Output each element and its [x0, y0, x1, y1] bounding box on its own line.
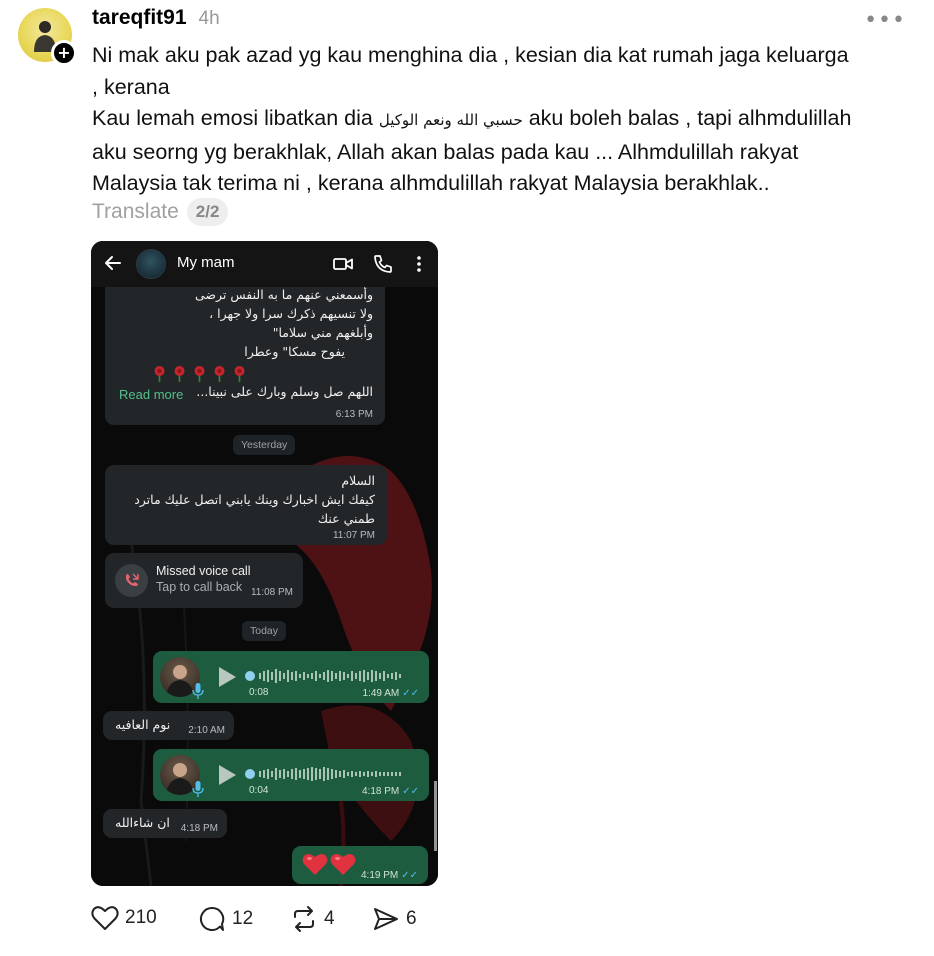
caption-text: Kau lemah emosi libatkan dia [92, 106, 379, 130]
contact-avatar[interactable] [136, 249, 166, 279]
missed-call-icon [115, 564, 148, 597]
caption-line: Ni mak aku pak azad yg kau menghina dia … [92, 43, 849, 67]
greeting-line: طمني عنك [317, 511, 375, 526]
rose-emojis [151, 365, 248, 382]
read-more-link[interactable]: Read more [119, 387, 183, 402]
caption-line: , kerana [92, 74, 170, 99]
message-time: 6:13 PM [335, 409, 373, 420]
voice-duration: 0:04 [249, 785, 269, 796]
action-bar: 210 12 4 6 [91, 905, 451, 939]
voice-call-icon[interactable] [372, 253, 394, 275]
time-text: 1:49 AM [362, 688, 400, 699]
time-text: 4:19 PM [360, 870, 399, 881]
more-options-button[interactable]: ••• [864, 8, 906, 33]
reply-text: نوم العافيه [115, 717, 171, 732]
message-bubble-reply2[interactable]: ان شاءالله 4:18 PM [103, 809, 227, 838]
poem-line: يفوح مسكا" وعطرا [244, 344, 345, 359]
play-button[interactable] [219, 765, 236, 785]
repost-button[interactable]: 4 [290, 905, 335, 933]
overflow-menu-icon[interactable] [408, 253, 430, 275]
call-title: Missed voice call [156, 564, 251, 578]
voice-message-1[interactable]: 0:08 1:49 AM ✓✓ [153, 651, 429, 703]
username[interactable]: tareqfit91 [92, 6, 187, 30]
heart-emoji-icon [302, 853, 328, 875]
share-icon [374, 908, 398, 930]
poem-line: وأبلغهم مني سلاما" [272, 325, 373, 340]
rose-icon [154, 366, 165, 382]
voice-message-2[interactable]: 0:04 4:18 PM ✓✓ [153, 749, 429, 801]
back-arrow-icon[interactable] [103, 253, 123, 273]
video-call-icon[interactable] [332, 253, 354, 275]
message-bubble-reply1[interactable]: نوم العافيه 2:10 AM [103, 711, 234, 740]
share-count: 6 [406, 908, 417, 929]
follow-button[interactable]: + [51, 40, 77, 66]
voice-duration: 0:08 [249, 687, 269, 698]
caption-line: aku seorng yg berakhlak, Allah akan bala… [92, 139, 799, 164]
like-count: 210 [125, 907, 157, 928]
poem-line: وأسمعني عنهم ما به النفس ترضى [194, 287, 373, 302]
greeting-line: السلام [341, 473, 375, 488]
chat-screenshot-image[interactable]: وأسمعني عنهم ما به النفس ترضى ولا تنسيهم… [91, 241, 438, 886]
missed-call-bubble[interactable]: Missed voice call Tap to call back 11:08… [105, 553, 303, 608]
message-time: 4:19 PM ✓✓ [361, 870, 418, 881]
mic-icon [192, 683, 204, 699]
message-bubble-greeting[interactable]: السلام كيفك ايش اخبارك وينك يابني اتصل ع… [105, 465, 387, 545]
message-bubble-poem[interactable]: وأسمعني عنهم ما به النفس ترضى ولا تنسيهم… [105, 277, 385, 425]
heart-emoji-icon [330, 853, 356, 875]
message-time: 4:18 PM ✓✓ [362, 786, 419, 797]
audio-waveform [245, 767, 401, 781]
comment-button[interactable]: 12 [198, 905, 253, 933]
play-button[interactable] [219, 667, 236, 687]
contact-name[interactable]: My mam [177, 254, 235, 271]
profile-avatar[interactable]: + [18, 8, 77, 66]
comment-icon [199, 906, 225, 931]
message-time: 1:49 AM ✓✓ [363, 688, 419, 699]
call-back-link[interactable]: Tap to call back [156, 580, 242, 594]
caption-line: Kau lemah emosi libatkan dia حسبي الله و… [92, 103, 912, 137]
rose-icon [234, 366, 245, 382]
post-header: tareqfit91 4h [92, 6, 220, 34]
chat-top-bar: My mam [91, 241, 438, 287]
greeting-line: كيفك ايش اخبارك وينك يابني اتصل عليك مات… [134, 492, 375, 507]
message-time: 2:10 AM [188, 725, 225, 736]
comment-count: 12 [232, 908, 254, 929]
mic-icon [192, 781, 204, 797]
thread-post: + tareqfit91 4h ••• Ni mak aku pak azad … [0, 0, 934, 956]
poem-text: وأسمعني عنهم ما به النفس ترضى ولا تنسيهم… [113, 285, 373, 361]
poem-line: ولا تنسيهم ذكرك سرا ولا جهرا ، [209, 306, 373, 321]
rose-icon [174, 366, 185, 382]
rose-icon [214, 366, 225, 382]
date-chip-yesterday: Yesterday [233, 435, 296, 455]
audio-waveform [245, 669, 401, 683]
message-time: 11:07 PM [332, 530, 375, 541]
image-page-indicator: 2/2 [186, 198, 229, 226]
heart-icon [91, 906, 119, 930]
date-chip-today: Today [242, 621, 287, 641]
caption-line: Malaysia tak terima ni , kerana alhmduli… [92, 171, 770, 195]
read-ticks-icon: ✓✓ [402, 688, 419, 699]
read-ticks-icon: ✓✓ [402, 786, 419, 797]
message-time: 4:18 PM [180, 823, 218, 834]
caption-text: aku boleh balas , tapi alhmdulillah [522, 106, 852, 130]
translate-link[interactable]: Translate [92, 200, 179, 224]
post-time: 4h [198, 8, 220, 29]
time-text: 4:18 PM [361, 786, 400, 797]
read-ticks-icon: ✓✓ [401, 870, 418, 881]
repost-count: 4 [324, 908, 335, 929]
like-button[interactable]: 210 [91, 905, 157, 931]
hearts-message[interactable]: 4:19 PM ✓✓ [292, 846, 428, 884]
caption-arabic-text: حسبي الله ونعم الوكيل [378, 111, 523, 129]
reply-text: ان شاءالله [115, 815, 170, 830]
greeting-text: السلام كيفك ايش اخبارك وينك يابني اتصل ع… [113, 471, 375, 528]
repost-icon [294, 906, 314, 932]
share-button[interactable]: 6 [372, 905, 417, 933]
post-caption: Ni mak aku pak azad yg kau menghina dia … [92, 40, 912, 200]
poem-last-line: اللهم صل وسلم وبارك على نبينا... [196, 384, 373, 399]
translate-row: Translate 2/2 [92, 198, 229, 226]
message-time: 11:08 PM [250, 587, 293, 598]
rose-icon [194, 366, 205, 382]
